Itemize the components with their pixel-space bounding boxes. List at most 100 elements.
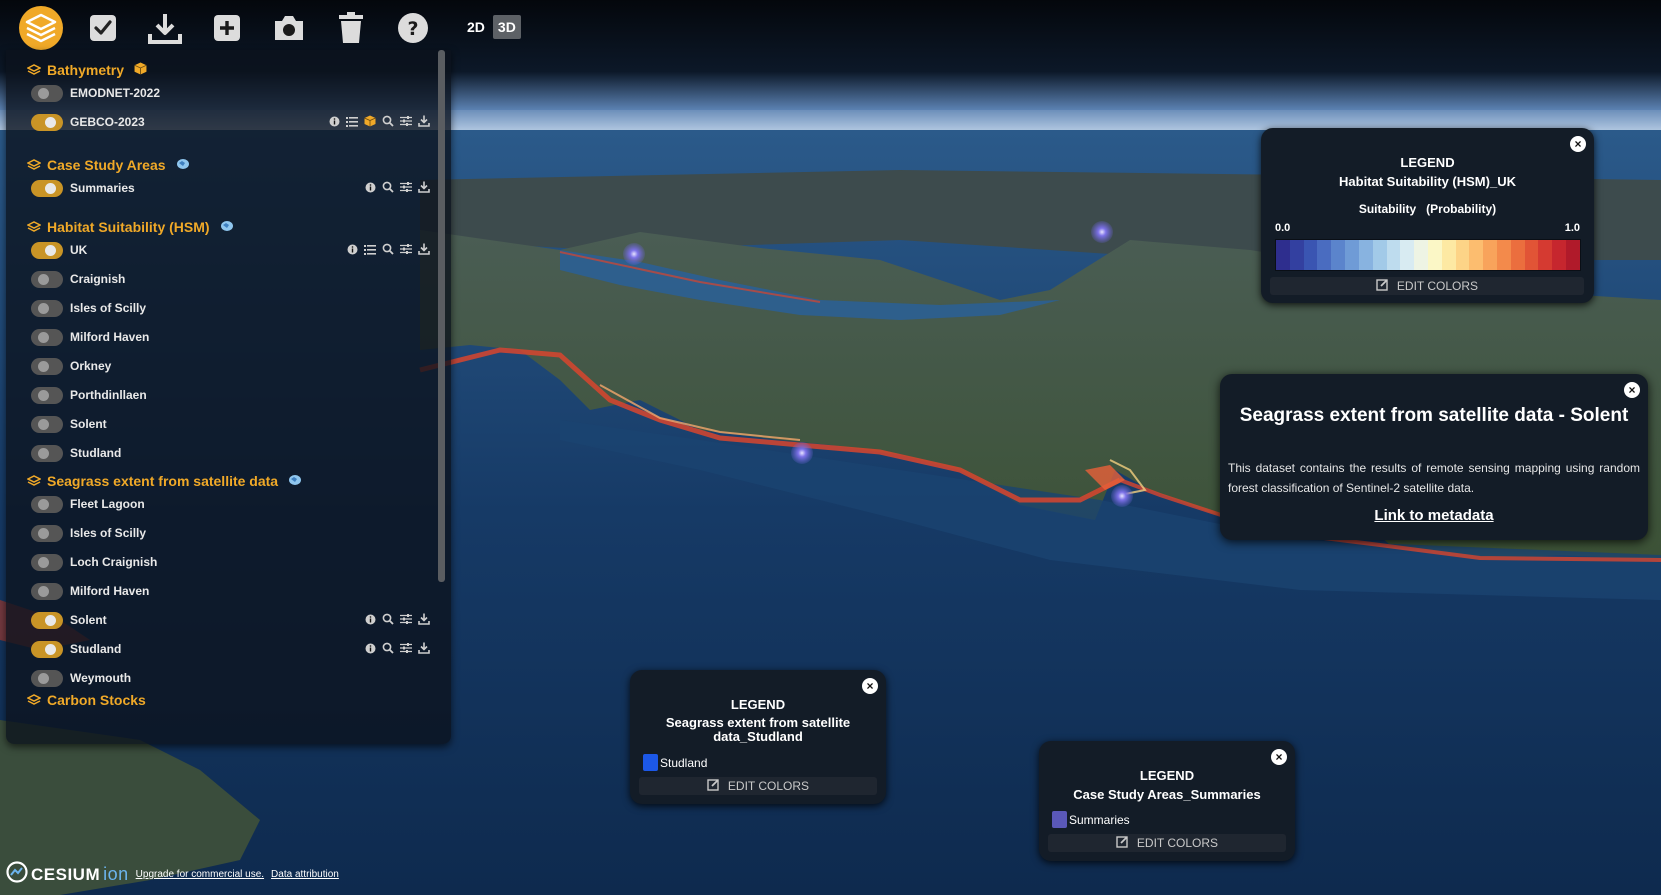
- zoom-icon[interactable]: [381, 114, 395, 128]
- layer-toggle[interactable]: [31, 669, 63, 687]
- layer-row: Summaries: [31, 178, 431, 198]
- delete-button[interactable]: [328, 8, 374, 48]
- cube-icon[interactable]: [363, 114, 377, 128]
- metadata-link[interactable]: Link to metadata: [1220, 507, 1648, 524]
- sliders-icon[interactable]: [399, 612, 413, 626]
- edit-colors-button[interactable]: EDIT COLORS: [1048, 834, 1286, 852]
- main-toolbar: ?: [18, 6, 452, 50]
- download-icon: [147, 12, 183, 44]
- download-icon[interactable]: [417, 612, 431, 626]
- info-icon[interactable]: [345, 242, 359, 256]
- edit-colors-button[interactable]: EDIT COLORS: [639, 777, 877, 795]
- ramp-step: [1469, 240, 1484, 270]
- info-icon[interactable]: [363, 641, 377, 655]
- upgrade-link[interactable]: Upgrade for commercial use.: [136, 869, 264, 880]
- layer-toggle[interactable]: [31, 524, 63, 542]
- camera-icon: [272, 14, 306, 42]
- layers-icon: [18, 6, 64, 50]
- zoom-icon[interactable]: [381, 242, 395, 256]
- list-icon[interactable]: [345, 114, 359, 128]
- zoom-icon[interactable]: [381, 612, 395, 626]
- cube-icon: [134, 62, 147, 78]
- ramp-max-label: 1.0: [1564, 222, 1580, 234]
- list-icon[interactable]: [363, 242, 377, 256]
- edit-colors-label: EDIT COLORS: [1136, 836, 1219, 850]
- cesium-logo[interactable]: CESIUM ion: [6, 861, 129, 888]
- download-icon[interactable]: [417, 641, 431, 655]
- ramp-step: [1497, 240, 1511, 270]
- close-icon[interactable]: ×: [1624, 382, 1640, 398]
- layer-toggle[interactable]: [31, 386, 63, 404]
- add-button[interactable]: [204, 8, 250, 48]
- layer-toggle[interactable]: [31, 299, 63, 317]
- ramp-step: [1331, 240, 1346, 270]
- mode-2d-button[interactable]: 2D: [462, 15, 490, 39]
- layer-toggle[interactable]: [31, 495, 63, 513]
- info-icon[interactable]: [363, 180, 377, 194]
- select-button[interactable]: [80, 8, 126, 48]
- map-footer: CESIUM ion Upgrade for commercial use. D…: [6, 861, 339, 888]
- layer-group-title[interactable]: Carbon Stocks: [26, 690, 146, 710]
- layer-toggle[interactable]: [31, 179, 63, 197]
- attribution-link[interactable]: Data attribution: [271, 869, 339, 880]
- layer-toggle[interactable]: [31, 582, 63, 600]
- layer-row: Fleet Lagoon: [31, 494, 431, 514]
- layer-toggle[interactable]: [31, 415, 63, 433]
- sliders-icon[interactable]: [399, 180, 413, 194]
- zoom-icon[interactable]: [381, 641, 395, 655]
- legend-swatch: [643, 754, 658, 771]
- ramp-step: [1358, 240, 1373, 270]
- edit-colors-button[interactable]: EDIT COLORS: [1270, 277, 1584, 295]
- ramp-step: [1552, 240, 1567, 270]
- screenshot-button[interactable]: [266, 8, 312, 48]
- layer-toggle[interactable]: [31, 113, 63, 131]
- download-icon[interactable]: [417, 114, 431, 128]
- close-icon[interactable]: ×: [862, 678, 878, 694]
- download-button[interactable]: [142, 8, 188, 48]
- layer-label: Orkney: [70, 359, 112, 373]
- edit-icon: [707, 778, 720, 794]
- layer-row: Isles of Scilly: [31, 298, 431, 318]
- layer-toggle[interactable]: [31, 611, 63, 629]
- layer-toggle[interactable]: [31, 84, 63, 102]
- close-icon[interactable]: ×: [1271, 749, 1287, 765]
- download-icon[interactable]: [417, 180, 431, 194]
- sliders-icon[interactable]: [399, 242, 413, 256]
- layer-row: Loch Craignish: [31, 552, 431, 572]
- ramp-step: [1538, 240, 1553, 270]
- panel-scrollbar[interactable]: [438, 50, 445, 582]
- layer-toggle[interactable]: [31, 241, 63, 259]
- layers-icon: [26, 693, 42, 707]
- sliders-icon[interactable]: [399, 114, 413, 128]
- info-icon[interactable]: [327, 114, 341, 128]
- close-icon[interactable]: ×: [1570, 136, 1586, 152]
- layer-group-title[interactable]: Habitat Suitability (HSM): [26, 217, 234, 237]
- layer-toggle[interactable]: [31, 357, 63, 375]
- layer-row: UK: [31, 240, 431, 260]
- layer-group-label: Seagrass extent from satellite data: [47, 473, 279, 489]
- download-icon[interactable]: [417, 242, 431, 256]
- mode-3d-button[interactable]: 3D: [492, 15, 521, 39]
- layer-group-title[interactable]: Case Study Areas: [26, 155, 190, 175]
- ramp-step: [1317, 240, 1332, 270]
- layer-label: EMODNET-2022: [70, 86, 161, 100]
- legend-heading: LEGEND: [730, 697, 786, 712]
- legend-subtitle: Suitability (Probability): [1358, 202, 1497, 216]
- ramp-step: [1524, 240, 1539, 270]
- info-icon[interactable]: [363, 612, 377, 626]
- layer-row: Isles of Scilly: [31, 523, 431, 543]
- layer-toggle[interactable]: [31, 444, 63, 462]
- layer-toggle[interactable]: [31, 640, 63, 658]
- layers-button[interactable]: [18, 6, 64, 50]
- layer-toggle[interactable]: [31, 328, 63, 346]
- layer-panel: Bathymetry EMODNET-2022 GEBCO-2023 Case Stu…: [6, 50, 451, 744]
- ramp-step: [1289, 240, 1304, 270]
- help-button[interactable]: ?: [390, 8, 436, 48]
- sliders-icon[interactable]: [399, 641, 413, 655]
- layer-group-title[interactable]: Seagrass extent from satellite data: [26, 471, 302, 491]
- layer-group-title[interactable]: Bathymetry: [26, 60, 147, 80]
- layer-row: Craignish: [31, 269, 431, 289]
- zoom-icon[interactable]: [381, 180, 395, 194]
- layer-toggle[interactable]: [31, 553, 63, 571]
- layer-toggle[interactable]: [31, 270, 63, 288]
